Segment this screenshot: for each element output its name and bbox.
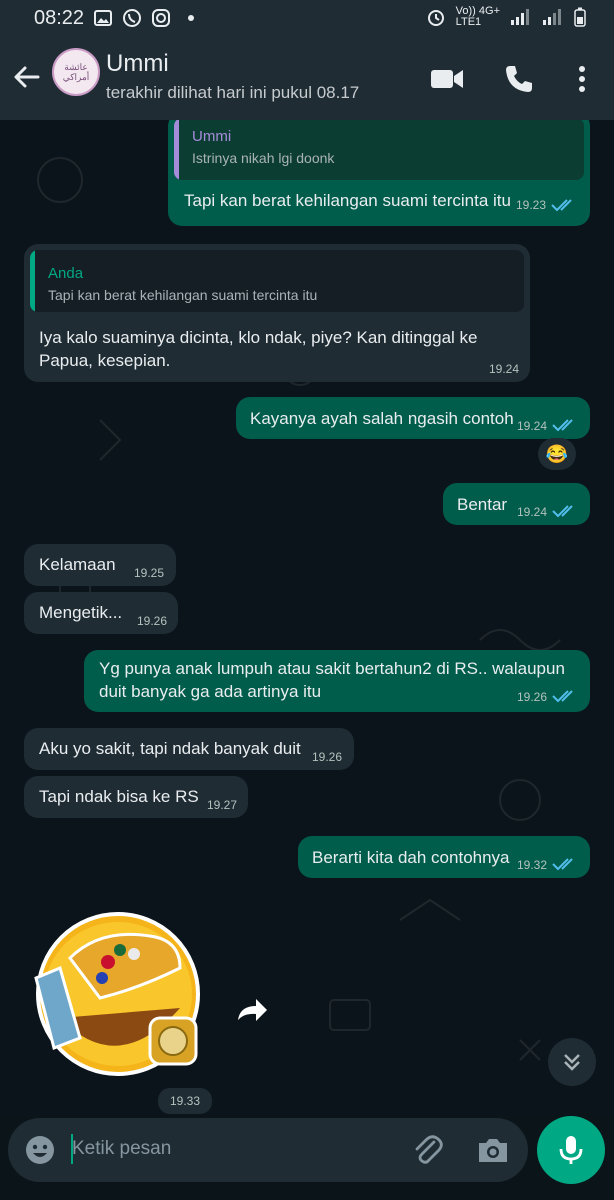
message-time: 19.26 bbox=[137, 614, 168, 628]
outgoing-message[interactable]: Berarti kita dah contohnya 19.32 bbox=[298, 836, 590, 878]
message-text: Iya kalo suaminya dicinta, klo ndak, piy… bbox=[39, 328, 478, 347]
quote-sender: Ummi bbox=[192, 128, 232, 145]
message-text: Kayanya ayah salah ngasih contoh bbox=[250, 409, 514, 428]
contact-name[interactable]: Ummi bbox=[106, 50, 169, 78]
whatsapp-icon bbox=[123, 9, 142, 27]
voice-message-button[interactable] bbox=[537, 1116, 605, 1184]
message-text: Papua, kesepian. bbox=[39, 351, 171, 370]
scroll-to-bottom-button[interactable] bbox=[548, 1038, 596, 1086]
incoming-message[interactable]: Kelamaan 19.25 bbox=[24, 544, 176, 586]
contact-avatar[interactable]: عائشة أمراكي bbox=[52, 48, 100, 96]
sticker-image[interactable] bbox=[30, 898, 210, 1078]
incoming-message[interactable]: Anda Tapi kan berat kehilangan suami ter… bbox=[24, 244, 530, 382]
read-ticks-icon bbox=[552, 505, 573, 518]
emoji-icon[interactable] bbox=[24, 1134, 56, 1166]
message-text: Kelamaan bbox=[39, 555, 116, 574]
chat-header: عائشة أمراكي Ummi terakhir dilihat hari … bbox=[0, 36, 614, 120]
incoming-message[interactable]: Tapi ndak bisa ke RS 19.27 bbox=[24, 776, 248, 818]
double-chevron-down-icon bbox=[564, 1054, 580, 1071]
message-time: 19.24 bbox=[517, 505, 548, 519]
quote-bar bbox=[174, 120, 179, 180]
chat-area[interactable]: Ummi Istrinya nikah lgi doonk Tapi kan b… bbox=[0, 120, 614, 1115]
back-arrow-icon[interactable] bbox=[10, 60, 44, 94]
message-time: 19.25 bbox=[134, 566, 165, 580]
more-options-icon[interactable] bbox=[570, 62, 594, 96]
message-text: duit banyak ga ada artinya itu bbox=[99, 682, 322, 701]
quote-text: Tapi kan berat kehilangan suami tercinta… bbox=[48, 287, 318, 303]
message-text: Berarti kita dah contohnya bbox=[312, 848, 510, 867]
quote-sender: Anda bbox=[48, 265, 84, 282]
message-text: Mengetik... bbox=[39, 603, 123, 622]
read-ticks-icon bbox=[552, 690, 573, 703]
incoming-message[interactable]: Mengetik... 19.26 bbox=[24, 592, 178, 634]
read-ticks-icon bbox=[551, 199, 572, 212]
message-text: Aku yo sakit, tapi ndak banyak duit bbox=[39, 739, 301, 758]
status-time: 08:22 bbox=[34, 6, 85, 29]
message-text: Tapi ndak bisa ke RS bbox=[39, 787, 199, 806]
outgoing-message[interactable]: Bentar 19.24 bbox=[443, 483, 590, 525]
signal-icon bbox=[511, 9, 529, 25]
microphone-icon bbox=[559, 1136, 583, 1164]
quote-bar bbox=[30, 250, 35, 312]
quote-text: Istrinya nikah lgi doonk bbox=[192, 150, 335, 166]
signal-icon-2 bbox=[543, 9, 561, 25]
alarm-icon bbox=[427, 10, 444, 26]
network-label-2: LTE1 bbox=[455, 16, 482, 28]
gallery-icon bbox=[94, 10, 113, 26]
message-time: 19.27 bbox=[207, 798, 238, 812]
read-ticks-icon bbox=[552, 419, 573, 432]
message-time: 19.26 bbox=[517, 690, 548, 704]
last-seen-status: terakhir dilihat hari ini pukul 08.17 bbox=[106, 83, 360, 102]
message-time: 19.24 bbox=[517, 419, 548, 433]
video-call-icon[interactable] bbox=[430, 62, 464, 96]
message-text: Yg punya anak lumpuh atau sakit bertahun… bbox=[99, 659, 565, 678]
message-time: 19.24 bbox=[489, 362, 520, 376]
status-bar: 08:22 Vo)) 4G+ LTE1 bbox=[0, 0, 614, 36]
voice-call-icon[interactable] bbox=[502, 62, 536, 96]
notification-dot bbox=[188, 15, 195, 21]
message-time: 19.26 bbox=[312, 750, 343, 764]
incoming-message[interactable]: Aku yo sakit, tapi ndak banyak duit 19.2… bbox=[24, 728, 354, 770]
reaction-emoji: 😂 bbox=[545, 443, 569, 464]
forward-icon[interactable] bbox=[232, 990, 272, 1030]
sticker-time: 19.33 bbox=[158, 1088, 212, 1114]
emoji-reaction[interactable]: 😂 bbox=[538, 438, 576, 470]
message-text: Bentar bbox=[457, 495, 508, 514]
attach-icon[interactable] bbox=[412, 1134, 444, 1166]
message-time: 19.32 bbox=[517, 858, 548, 872]
instagram-icon bbox=[152, 9, 171, 27]
outgoing-message[interactable]: Kayanya ayah salah ngasih contoh 19.24 bbox=[236, 397, 590, 439]
avatar-text: عائشة أمراكي bbox=[62, 62, 90, 82]
outgoing-message[interactable]: Ummi Istrinya nikah lgi doonk Tapi kan b… bbox=[168, 120, 590, 226]
outgoing-message[interactable]: Yg punya anak lumpuh atau sakit bertahun… bbox=[84, 650, 590, 712]
message-text: Tapi kan berat kehilangan suami tercinta… bbox=[184, 191, 511, 210]
message-time: 19.23 bbox=[516, 198, 547, 212]
read-ticks-icon bbox=[552, 858, 573, 871]
quoted-message[interactable]: Ummi Istrinya nikah lgi doonk bbox=[174, 120, 584, 180]
quoted-message[interactable]: Anda Tapi kan berat kehilangan suami ter… bbox=[30, 250, 524, 312]
camera-icon[interactable] bbox=[476, 1134, 510, 1166]
message-input-bar[interactable]: Ketik pesan bbox=[8, 1118, 528, 1182]
message-input[interactable]: Ketik pesan bbox=[72, 1138, 171, 1160]
battery-icon bbox=[574, 7, 586, 27]
